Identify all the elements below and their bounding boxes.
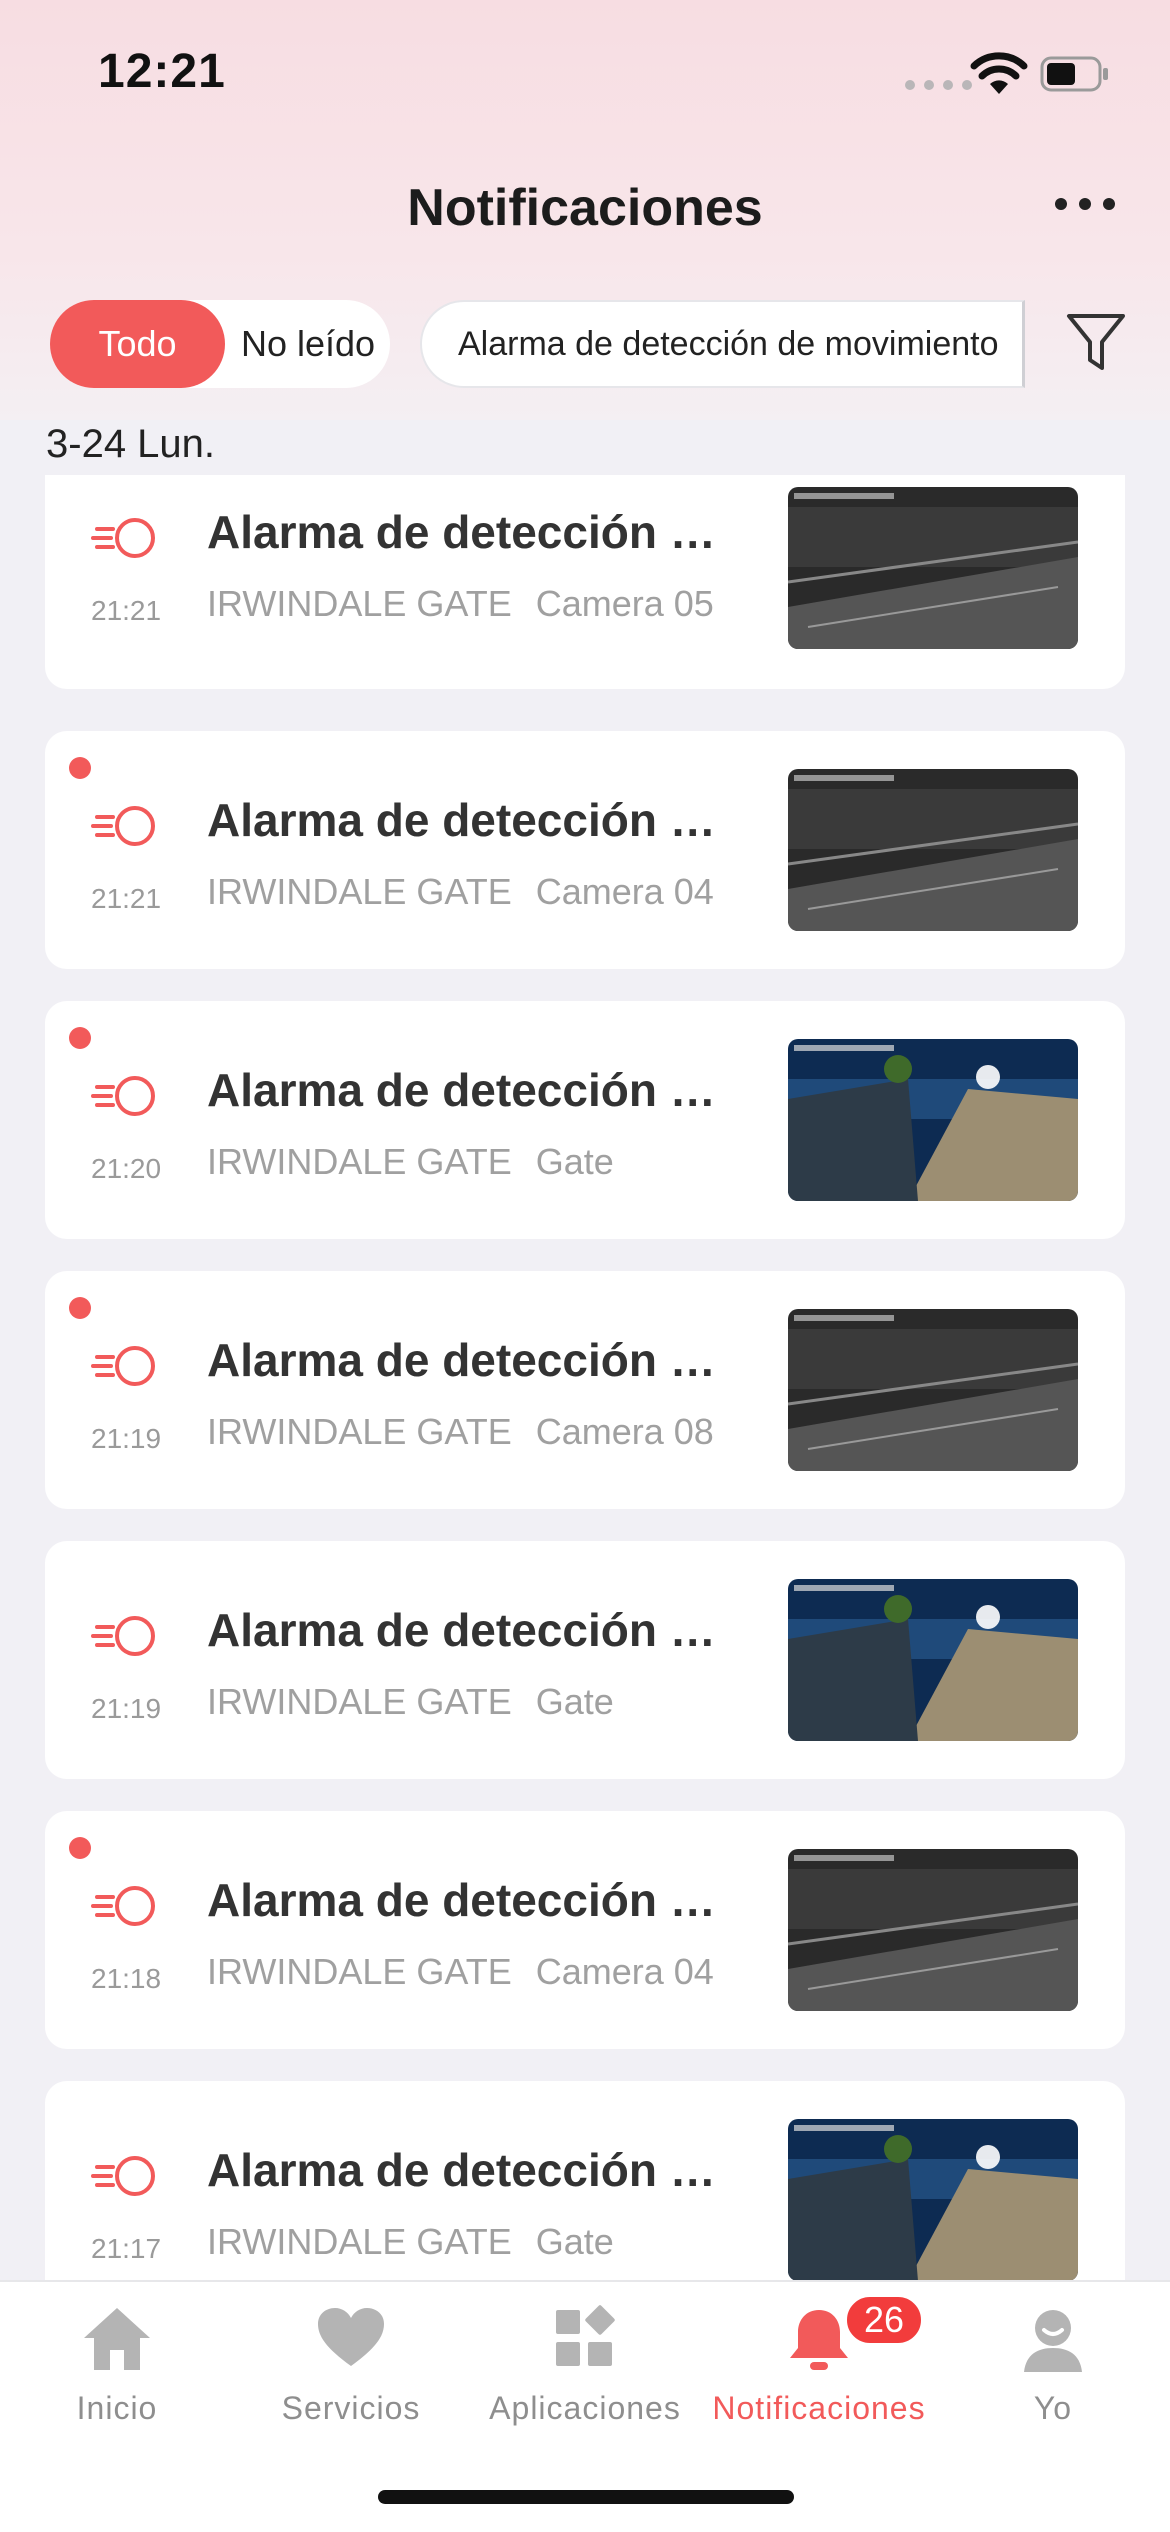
notification-time: 21:20 <box>91 1153 162 1184</box>
filter-unread-tab[interactable]: No leído <box>228 300 388 388</box>
notification-source: IRWINDALE GATE Camera 04 <box>207 871 714 913</box>
motion-alarm-icon <box>91 1076 155 1116</box>
notification-title: Alarma de detección de movimiento <box>207 1874 727 1926</box>
notification-time: 21:17 <box>91 2233 162 2264</box>
notification-title: Alarma de detección de movimiento <box>207 2144 727 2196</box>
status-time: 12:21 <box>98 45 226 98</box>
page-title: Notificaciones <box>407 179 763 237</box>
snapshot-thumbnail[interactable] <box>788 1849 1078 2011</box>
motion-alarm-icon <box>91 1616 155 1656</box>
notification-count-badge: 26 <box>844 2294 924 2346</box>
site-name: IRWINDALE GATE <box>207 583 512 624</box>
tab-label: Servicios <box>281 2390 421 2426</box>
more-options-icon[interactable] <box>1055 198 1115 214</box>
motion-alarm-icon <box>91 2156 155 2196</box>
camera-name: Gate <box>535 1681 614 1722</box>
battery-icon <box>1040 56 1108 92</box>
apps-icon <box>556 2305 615 2366</box>
snapshot-thumbnail[interactable] <box>788 1579 1078 1741</box>
profile-icon <box>1024 2310 1082 2372</box>
home-indicator <box>378 2490 794 2504</box>
date-header: 3-24 Lun. <box>46 422 216 466</box>
notification-time: 21:21 <box>91 883 162 914</box>
notification-card[interactable]: 21:20 Alarma de detección de movimiento … <box>45 1001 1125 1239</box>
camera-name: Gate <box>535 1141 614 1182</box>
site-name: IRWINDALE GATE <box>207 1951 512 1992</box>
alarm-type-filter[interactable]: Alarma de detección de movimiento <box>420 300 1025 388</box>
notification-source: IRWINDALE GATE Camera 04 <box>207 1951 714 1993</box>
unread-dot <box>69 1027 91 1049</box>
notification-source: IRWINDALE GATE Camera 08 <box>207 1411 714 1453</box>
camera-name: Camera 04 <box>535 1951 714 1992</box>
snapshot-thumbnail[interactable] <box>788 2119 1078 2280</box>
tab-label: Aplicaciones <box>489 2390 681 2426</box>
cellular-signal-icon <box>905 80 972 90</box>
home-icon <box>84 2308 150 2370</box>
notification-source: IRWINDALE GATE Camera 05 <box>207 583 714 625</box>
snapshot-thumbnail[interactable] <box>788 1309 1078 1471</box>
site-name: IRWINDALE GATE <box>207 1681 512 1722</box>
unread-dot <box>69 1297 91 1319</box>
snapshot-thumbnail[interactable] <box>788 769 1078 931</box>
notification-card[interactable]: 21:21 Alarma de detección de movimiento … <box>45 475 1125 689</box>
filter-all-tab[interactable]: Todo <box>50 300 225 388</box>
camera-name: Camera 05 <box>535 583 714 624</box>
site-name: IRWINDALE GATE <box>207 871 512 912</box>
camera-name: Camera 08 <box>535 1411 714 1452</box>
tab-servicios[interactable]: Servicios <box>234 2282 468 2442</box>
tab-yo[interactable]: Yo <box>936 2282 1170 2442</box>
notification-title: Alarma de detección de movimiento <box>207 1604 727 1656</box>
notification-card[interactable]: 21:21 Alarma de detección de movimiento … <box>45 731 1125 969</box>
motion-alarm-icon <box>91 806 155 846</box>
notification-source: IRWINDALE GATE Gate <box>207 1141 614 1183</box>
site-name: IRWINDALE GATE <box>207 1411 512 1452</box>
tab-label: Notificaciones <box>712 2390 926 2426</box>
tab-notificaciones[interactable]: 26 Notificaciones <box>702 2282 936 2442</box>
heart-icon <box>318 2308 384 2366</box>
motion-alarm-icon <box>91 518 155 558</box>
notification-source: IRWINDALE GATE Gate <box>207 1681 614 1723</box>
notification-card[interactable]: 21:17 Alarma de detección de movimiento … <box>45 2081 1125 2280</box>
notification-time: 21:19 <box>91 1693 162 1724</box>
notification-card[interactable]: 21:19 Alarma de detección de movimiento … <box>45 1541 1125 1779</box>
notification-time: 21:21 <box>91 595 162 626</box>
site-name: IRWINDALE GATE <box>207 2221 512 2262</box>
read-filter-segment: Todo No leído <box>50 300 390 388</box>
site-name: IRWINDALE GATE <box>207 1141 512 1182</box>
funnel-icon[interactable] <box>1065 310 1127 376</box>
motion-alarm-icon <box>91 1346 155 1386</box>
status-bar: 12:21 <box>0 0 1170 140</box>
tab-label: Yo <box>1033 2390 1073 2426</box>
notification-time: 21:19 <box>91 1423 162 1454</box>
unread-dot <box>69 1837 91 1859</box>
camera-name: Camera 04 <box>535 871 714 912</box>
snapshot-thumbnail[interactable] <box>788 1039 1078 1201</box>
notification-title: Alarma de detección de movimiento <box>207 794 727 846</box>
motion-alarm-icon <box>91 1886 155 1926</box>
snapshot-thumbnail[interactable] <box>788 487 1078 649</box>
notification-card[interactable]: 21:19 Alarma de detección de movimiento … <box>45 1271 1125 1509</box>
camera-name: Gate <box>535 2221 614 2262</box>
notification-title: Alarma de detección de movimiento <box>207 506 727 558</box>
notification-card[interactable]: 21:18 Alarma de detección de movimiento … <box>45 1811 1125 2049</box>
notification-time: 21:18 <box>91 1963 162 1994</box>
notification-title: Alarma de detección de movimiento <box>207 1334 727 1386</box>
notification-source: IRWINDALE GATE Gate <box>207 2221 614 2263</box>
notification-list: 21:21 Alarma de detección de movimiento … <box>45 475 1125 2280</box>
tab-inicio[interactable]: Inicio <box>0 2282 234 2442</box>
tab-label: Inicio <box>76 2390 158 2426</box>
wifi-icon <box>970 52 1028 94</box>
unread-dot <box>69 757 91 779</box>
tab-aplicaciones[interactable]: Aplicaciones <box>468 2282 702 2442</box>
notification-title: Alarma de detección de movimiento <box>207 1064 727 1116</box>
